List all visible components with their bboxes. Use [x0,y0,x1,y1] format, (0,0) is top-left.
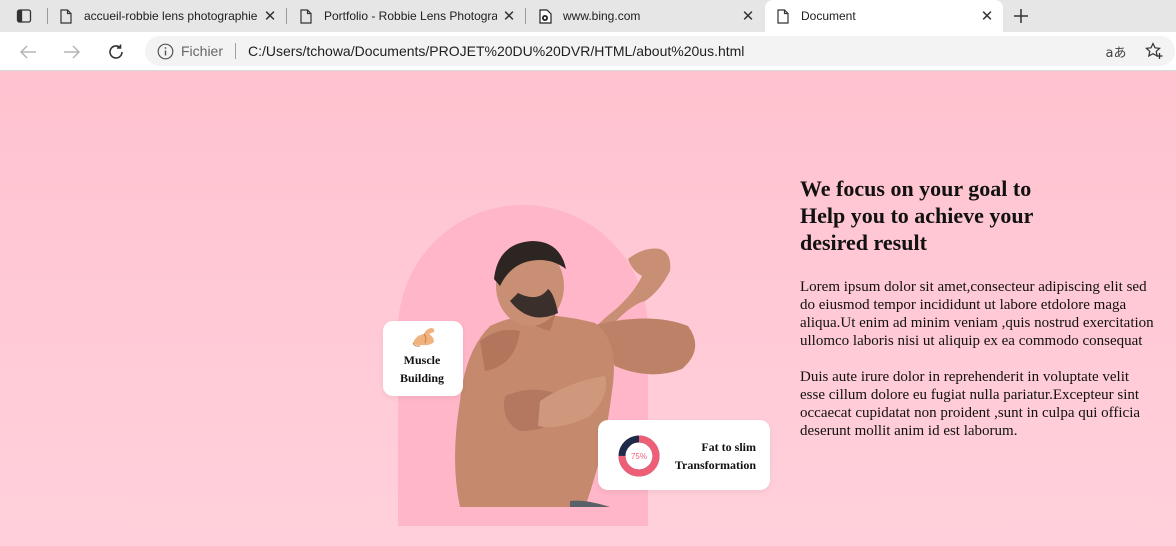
tab-separator [286,8,287,24]
address-bar[interactable]: Fichier C:/Users/tchowa/Documents/PROJET… [145,36,1175,66]
arrow-right-icon [64,45,81,59]
page-icon [58,8,74,24]
read-aloud-icon[interactable]: aあ [1103,36,1129,66]
page-icon [298,8,314,24]
refresh-button[interactable] [101,37,131,67]
muscle-building-label: Muscle Building [383,351,461,387]
tab-document[interactable]: Document ✕ [765,0,1003,32]
arrow-left-icon [19,45,36,59]
tab-separator [525,8,526,24]
tab-bing[interactable]: www.bing.com ✕ [527,0,764,32]
tab-actions-button[interactable] [8,5,40,27]
tab-actions-icon [16,9,32,23]
refresh-icon [109,44,123,59]
progress-ring-label: 75% [631,452,647,461]
muscle-label-line2: Building [399,371,445,385]
fat-to-slim-label: Fat to slim Transformation [656,438,756,474]
url-text[interactable]: C:/Users/tchowa/Documents/PROJET%20DU%20… [248,43,744,59]
fat-label-line1: Fat to slim [701,440,756,454]
close-icon[interactable]: ✕ [975,4,999,28]
browser-toolbar: Fichier C:/Users/tchowa/Documents/PROJET… [0,32,1176,71]
back-button[interactable] [13,37,43,67]
flexed-biceps-icon [412,328,435,347]
tab-strip: accueil-robbie lens photographie ✕ Portf… [0,0,1176,32]
tab-accueil[interactable]: accueil-robbie lens photographie ✕ [48,0,286,32]
new-tab-button[interactable] [1008,4,1034,28]
tab-title: accueil-robbie lens photographie [84,9,258,23]
paragraph-2: Duis aute irure dolor in reprehenderit i… [800,369,1141,439]
info-icon[interactable] [157,43,174,60]
paragraph-1: Lorem ipsum dolor sit amet,consecteur ad… [800,279,1154,349]
favorites-star-icon[interactable] [1141,36,1167,66]
fat-to-slim-card: 75% Fat to slim Transformation [598,420,770,490]
close-icon[interactable]: ✕ [258,4,282,28]
origin-label: Fichier [181,43,224,59]
page-icon [775,8,791,24]
tab-title: Portfolio - Robbie Lens Photography [324,9,497,23]
forward-button[interactable] [57,37,87,67]
plus-icon [1014,9,1028,23]
close-icon[interactable]: ✕ [497,4,521,28]
about-content: We focus on your goal to Help you to ach… [800,175,1160,440]
fat-label-line2: Transformation [674,458,756,472]
address-separator [235,43,237,59]
tab-title: www.bing.com [563,9,641,23]
muscle-label-line1: Muscle [403,353,441,367]
muscle-building-card: Muscle Building [383,321,463,396]
tab-portfolio[interactable]: Portfolio - Robbie Lens Photography ✕ [288,0,525,32]
close-icon[interactable]: ✕ [736,4,760,28]
page-body: Muscle Building 75% Fat to slim Transfor… [0,71,1176,546]
page-heading: We focus on your goal to Help you to ach… [800,176,1034,255]
bing-page-icon [537,8,553,24]
tab-title: Document [801,9,856,23]
